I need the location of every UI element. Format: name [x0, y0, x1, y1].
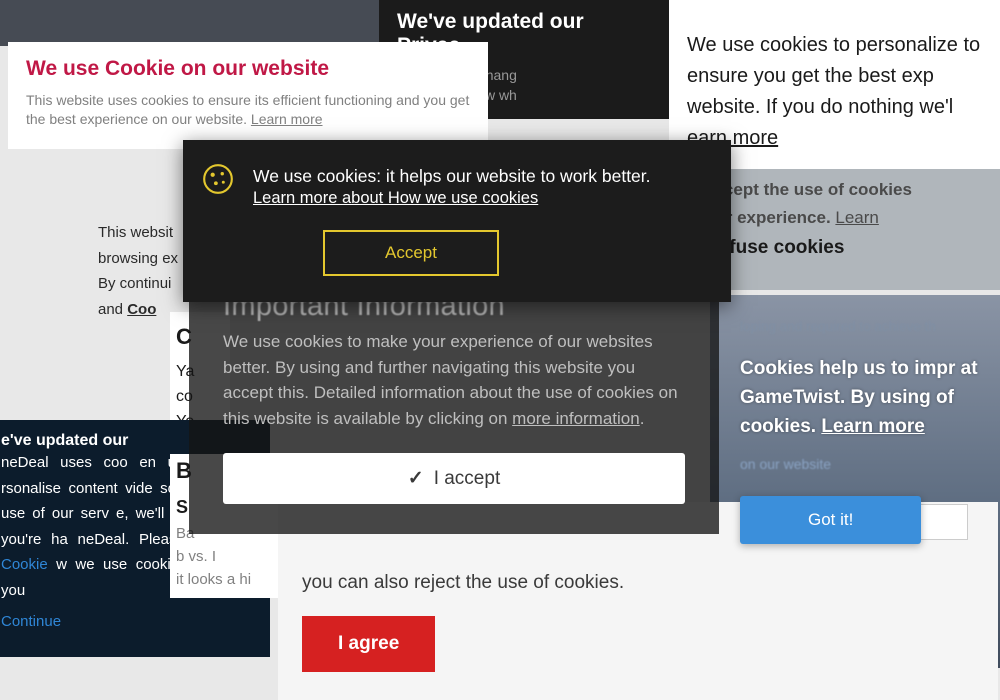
body-text: you can also reject the use of cookies.: [302, 572, 974, 594]
accept-button[interactable]: Accept: [323, 230, 499, 276]
cookie-banner-simple: We use Cookie on our website This websit…: [8, 42, 488, 149]
text-frag: b vs. I: [176, 548, 216, 565]
body-text: Cookies help us to impr at: [740, 358, 978, 379]
cookie-policy-link[interactable]: Cookie: [1, 556, 48, 573]
button-label: I accept: [434, 468, 501, 489]
i-accept-button[interactable]: ✓ I accept: [223, 453, 685, 504]
learn-more-link[interactable]: Learn more about How we use cookies: [253, 189, 538, 208]
cookie-icon: [201, 162, 235, 196]
got-it-button[interactable]: Got it!: [740, 496, 921, 544]
text-line: on our website: [740, 456, 1000, 472]
text-frag: it looks a hi: [176, 571, 251, 588]
body-text: We use cookies: it helps our website to …: [253, 166, 701, 187]
text-frag: and: [98, 301, 127, 318]
body-text: We use cookies to personalize to ensure …: [687, 34, 980, 118]
body-text: This website uses cookies to ensure its …: [26, 92, 469, 127]
banner-title: We use Cookie on our website: [26, 57, 470, 81]
learn-more-link[interactable]: Learn more: [251, 111, 323, 127]
learn-more-link[interactable]: Learn more: [821, 416, 924, 437]
text-frag: browsing ex: [98, 250, 178, 267]
continue-link[interactable]: Continue: [1, 609, 61, 635]
learn-link[interactable]: Learn: [835, 208, 878, 227]
text-line: loping and required to achieve th: [740, 316, 1000, 338]
important-info-banner: Important Information We use cookies to …: [189, 280, 719, 534]
checkmark-icon: ✓: [408, 467, 424, 490]
text-frag: This websit: [98, 224, 173, 241]
cookie-banner-accept-refuse: accept the use of cookies our experience…: [705, 176, 1000, 263]
i-agree-button[interactable]: I agree: [302, 616, 435, 672]
text-frag: By continui: [98, 275, 171, 292]
text-line: accept the use of cookies: [705, 176, 1000, 204]
brand-name: GameTwist: [740, 387, 840, 408]
gametwist-cookie-banner: loping and required to achieve th Cookie…: [740, 310, 1000, 544]
more-information-link[interactable]: more information: [512, 409, 640, 428]
refuse-cookies-button[interactable]: Refuse cookies: [705, 232, 1000, 263]
cookie-fragment-left: This websit browsing ex By continui and …: [98, 220, 188, 322]
yellow-accept-banner: We use cookies: it helps our website to …: [183, 140, 731, 302]
link-frag[interactable]: Coo: [127, 301, 156, 318]
